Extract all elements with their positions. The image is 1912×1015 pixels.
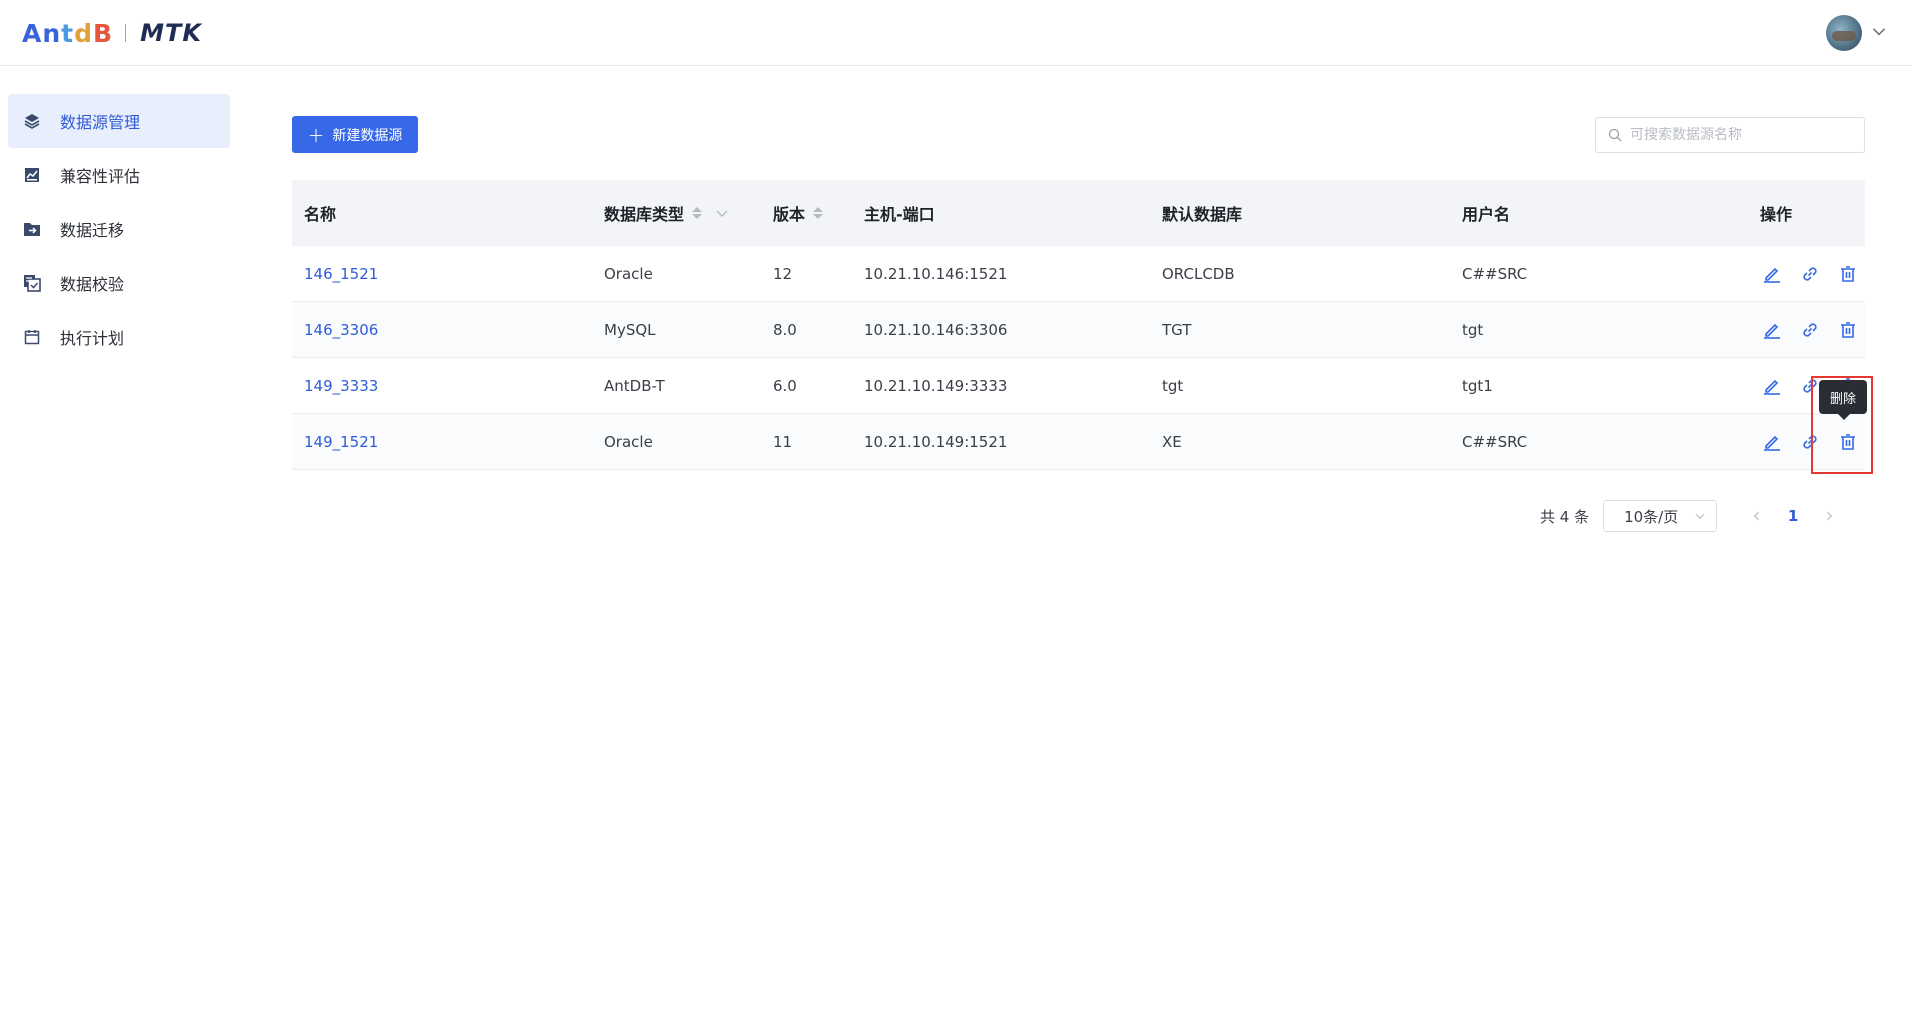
edit-icon[interactable] xyxy=(1760,374,1784,398)
datasource-name-link[interactable]: 149_1521 xyxy=(304,433,378,451)
edit-icon[interactable] xyxy=(1760,430,1784,454)
chevron-down-icon xyxy=(1695,514,1705,520)
col-name: 名称 xyxy=(304,205,337,224)
link-icon[interactable] xyxy=(1798,430,1822,454)
trash-icon[interactable] xyxy=(1836,430,1860,454)
page-size-value: 10条/页 xyxy=(1624,507,1679,526)
copy-check-icon xyxy=(22,273,42,293)
sidebar-item-migration[interactable]: 数据迁移 xyxy=(8,202,230,256)
username: tgt xyxy=(1462,320,1484,339)
datasource-name-link[interactable]: 146_1521 xyxy=(304,265,378,283)
datasource-table: 名称 数据库类型 版本 主机-端口 默认数据库 用户名 操作 146_1521 … xyxy=(292,180,1865,470)
version: 8.0 xyxy=(773,320,797,339)
chevron-down-icon[interactable] xyxy=(714,205,730,221)
search-input[interactable] xyxy=(1630,127,1850,143)
logo-divider xyxy=(125,24,127,42)
table-row: 146_1521 Oracle 12 10.21.10.146:1521 ORC… xyxy=(292,246,1865,302)
sidebar-item-label: 执行计划 xyxy=(60,329,125,348)
trash-icon[interactable] xyxy=(1836,262,1860,286)
table-row: 149_1521 Oracle 11 10.21.10.149:1521 XE … xyxy=(292,414,1865,470)
sidebar-item-datasource[interactable]: 数据源管理 xyxy=(8,94,230,148)
col-db-type[interactable]: 数据库类型 xyxy=(592,201,761,225)
page-number[interactable]: 1 xyxy=(1775,500,1811,532)
search-icon xyxy=(1608,128,1622,142)
calendar-icon xyxy=(22,327,42,347)
sort-icon[interactable] xyxy=(692,207,703,219)
sort-icon[interactable] xyxy=(813,207,824,219)
host-port: 10.21.10.149:1521 xyxy=(864,432,1008,451)
chart-box-icon xyxy=(22,165,42,185)
default-db: ORCLCDB xyxy=(1162,264,1235,283)
edit-icon[interactable] xyxy=(1760,262,1784,286)
layers-icon xyxy=(22,111,42,131)
logo-mtk: MTK xyxy=(140,19,202,47)
sidebar-item-label: 数据迁移 xyxy=(60,221,125,240)
db-type: Oracle xyxy=(604,264,653,283)
top-header: AntdB MTK xyxy=(0,0,1912,66)
sidebar-item-label: 数据源管理 xyxy=(60,113,141,132)
default-db: TGT xyxy=(1162,320,1192,339)
db-type: Oracle xyxy=(604,432,653,451)
col-default-db: 默认数据库 xyxy=(1162,205,1243,224)
default-db: XE xyxy=(1162,432,1182,451)
col-host: 主机-端口 xyxy=(864,205,935,224)
logo-antdb: AntdB xyxy=(22,18,114,48)
col-version[interactable]: 版本 xyxy=(761,201,852,225)
app-logo[interactable]: AntdB MTK xyxy=(22,18,202,48)
pagination: 共 4 条 10条/页 1 xyxy=(1540,500,1847,532)
plus-icon: + xyxy=(307,122,325,147)
table-row: 149_3333 AntDB-T 6.0 10.21.10.149:3333 t… xyxy=(292,358,1865,414)
version: 12 xyxy=(773,264,793,283)
col-username: 用户名 xyxy=(1462,205,1511,224)
host-port: 10.21.10.146:3306 xyxy=(864,320,1008,339)
sidebar-item-verification[interactable]: 数据校验 xyxy=(8,256,230,310)
sidebar-item-label: 兼容性评估 xyxy=(60,167,141,186)
username: C##SRC xyxy=(1462,432,1528,451)
username: C##SRC xyxy=(1462,264,1528,283)
folder-arrow-icon xyxy=(22,219,42,239)
host-port: 10.21.10.149:3333 xyxy=(864,376,1008,395)
new-datasource-button[interactable]: + 新建数据源 xyxy=(292,116,418,153)
link-icon[interactable] xyxy=(1798,318,1822,342)
default-db: tgt xyxy=(1162,376,1184,395)
db-type: MySQL xyxy=(604,320,656,339)
search-box xyxy=(1595,117,1865,153)
page-size-select[interactable]: 10条/页 xyxy=(1603,500,1718,532)
sidebar-item-compatibility[interactable]: 兼容性评估 xyxy=(8,148,230,202)
prev-page-button[interactable] xyxy=(1739,500,1775,532)
username: tgt1 xyxy=(1462,376,1493,395)
chevron-down-icon[interactable] xyxy=(1870,22,1888,40)
datasource-name-link[interactable]: 146_3306 xyxy=(304,321,378,339)
total-count: 共 4 条 xyxy=(1540,507,1590,526)
version: 6.0 xyxy=(773,376,797,395)
db-type: AntDB-T xyxy=(604,376,665,395)
sidebar: 数据源管理 兼容性评估 数据迁移 数据校验 执行计划 xyxy=(8,94,230,364)
table-header: 名称 数据库类型 版本 主机-端口 默认数据库 用户名 操作 xyxy=(292,180,1865,246)
host-port: 10.21.10.146:1521 xyxy=(864,264,1008,283)
chevron-right-icon xyxy=(1827,511,1833,521)
sidebar-item-plan[interactable]: 执行计划 xyxy=(8,310,230,364)
datasource-name-link[interactable]: 149_3333 xyxy=(304,377,378,395)
link-icon[interactable] xyxy=(1798,262,1822,286)
trash-icon[interactable] xyxy=(1836,318,1860,342)
next-page-button[interactable] xyxy=(1811,500,1847,532)
col-actions: 操作 xyxy=(1760,205,1793,224)
table-row: 146_3306 MySQL 8.0 10.21.10.146:3306 TGT… xyxy=(292,302,1865,358)
avatar[interactable] xyxy=(1826,15,1862,51)
new-datasource-label: 新建数据源 xyxy=(332,127,403,144)
version: 11 xyxy=(773,432,793,451)
sidebar-item-label: 数据校验 xyxy=(60,275,125,294)
delete-tooltip: 删除 xyxy=(1819,380,1867,420)
chevron-left-icon xyxy=(1753,511,1760,521)
edit-icon[interactable] xyxy=(1760,318,1784,342)
